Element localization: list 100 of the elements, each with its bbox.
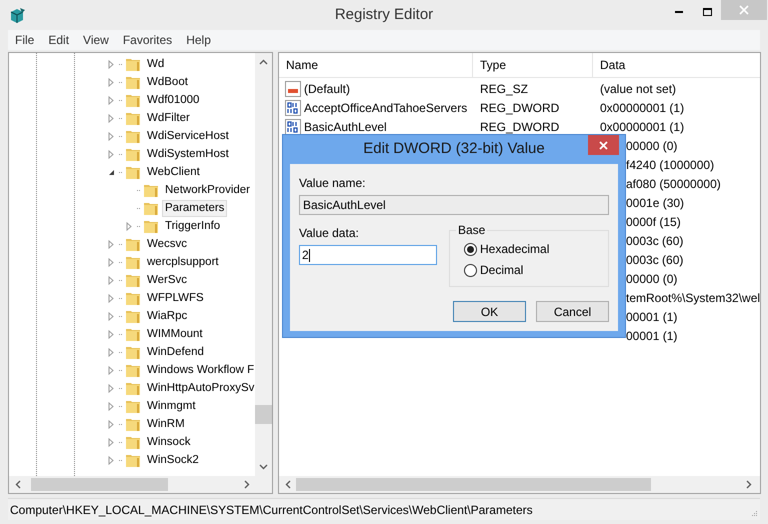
tree-item[interactable]: Wecsvc — [144, 236, 190, 252]
close-button[interactable] — [588, 135, 619, 155]
tree-item[interactable]: TriggerInfo — [162, 218, 224, 234]
field-label: Value name: — [299, 175, 366, 192]
tree-item[interactable]: WinDefend — [144, 344, 207, 360]
expand-arrow-icon[interactable] — [107, 456, 116, 464]
folder-icon — [125, 434, 141, 450]
tree-item[interactable]: WIMMount — [144, 326, 206, 342]
expand-arrow-icon[interactable] — [107, 132, 116, 140]
dialog-button[interactable]: OK — [453, 301, 526, 322]
resize-grip-icon[interactable] — [750, 510, 758, 518]
tree-item[interactable]: wercplsupport — [144, 254, 222, 270]
tree-item[interactable]: Winmgmt — [144, 398, 199, 414]
expand-arrow-icon[interactable] — [107, 78, 116, 86]
tree-item[interactable]: WdFilter — [144, 110, 193, 126]
menu-item[interactable]: File — [15, 31, 34, 49]
expand-arrow-icon[interactable] — [107, 276, 116, 284]
tree-item[interactable]: WerSvc — [144, 272, 190, 288]
table-cell-text: AcceptOfficeAndTahoeServers — [304, 100, 468, 116]
field-label: Value data: — [299, 225, 360, 242]
dialog-title: Edit DWORD (32-bit) Value — [363, 139, 545, 160]
scroll-right-icon[interactable] — [746, 480, 752, 489]
tree-item[interactable]: Winsock — [144, 434, 194, 450]
folder-icon — [125, 92, 141, 108]
scroll-right-icon[interactable] — [244, 480, 250, 489]
expand-arrow-icon[interactable] — [107, 150, 116, 158]
scroll-left-icon[interactable] — [15, 480, 21, 489]
expand-arrow-icon[interactable] — [107, 312, 116, 320]
folder-icon — [125, 308, 141, 324]
column-header[interactable]: Type — [472, 53, 592, 77]
expand-arrow-icon[interactable] — [107, 420, 116, 428]
menu-item[interactable]: Help — [186, 31, 211, 49]
tree-item[interactable]: Wdf01000 — [144, 92, 202, 108]
expand-arrow-icon[interactable] — [107, 384, 116, 392]
menu-item[interactable]: Favorites — [122, 31, 172, 49]
tree-item[interactable]: WiaRpc — [144, 308, 190, 324]
column-header[interactable]: Name — [279, 53, 472, 77]
scroll-down-icon[interactable] — [259, 464, 268, 470]
radio-option[interactable]: Decimal — [464, 262, 608, 278]
value-data-field[interactable]: 2 — [299, 245, 437, 265]
tree-item[interactable]: Parameters — [162, 200, 228, 216]
group-label: Base — [456, 223, 488, 237]
table-cell-text: 00000 (0) — [626, 138, 678, 154]
tree-item[interactable]: NetworkProvider — [162, 182, 253, 198]
tree-item[interactable]: WebClient — [144, 164, 203, 180]
table-cell-text: 00001 (1) — [626, 308, 678, 326]
menu-item[interactable]: View — [83, 31, 109, 49]
collapse-arrow-icon[interactable] — [107, 168, 116, 176]
folder-icon — [143, 182, 159, 198]
radio-option[interactable]: Hexadecimal — [464, 241, 608, 257]
folder-icon — [125, 380, 141, 396]
vertical-scrollbar[interactable] — [255, 53, 272, 476]
tree-item[interactable]: WdiServiceHost — [144, 128, 232, 144]
expand-arrow-icon[interactable] — [107, 348, 116, 356]
expand-arrow-icon[interactable] — [107, 258, 116, 266]
dialog-button[interactable]: Cancel — [536, 301, 609, 322]
table-cell-text: 0000f (15) — [626, 214, 681, 230]
expand-arrow-icon[interactable] — [125, 222, 134, 230]
horizontal-scrollbar[interactable] — [279, 476, 760, 493]
expand-arrow-icon[interactable] — [107, 96, 116, 104]
column-header[interactable]: Data — [592, 53, 760, 77]
table-cell-text: temRoot%\System32\wel — [626, 290, 760, 306]
horizontal-scrollbar[interactable] — [9, 476, 272, 493]
expand-arrow-icon[interactable] — [107, 240, 116, 248]
tree-item[interactable]: WdiSystemHost — [144, 146, 232, 162]
window-title: Registry Editor — [334, 4, 434, 25]
scroll-left-icon[interactable] — [285, 480, 291, 489]
expand-arrow-icon[interactable] — [107, 114, 116, 122]
folder-icon — [125, 416, 141, 432]
folder-icon — [125, 110, 141, 126]
tree-item[interactable]: WinHttpAutoProxySv — [144, 380, 255, 396]
tree-item[interactable]: WdBoot — [144, 74, 191, 90]
expand-arrow-icon[interactable] — [107, 60, 116, 68]
folder-icon — [125, 398, 141, 414]
tree-item[interactable]: Windows Workflow F — [144, 362, 255, 378]
folder-icon — [125, 362, 141, 378]
folder-icon — [125, 164, 141, 180]
expand-arrow-icon[interactable] — [107, 402, 116, 410]
scrollbar-thumb[interactable] — [31, 478, 168, 491]
tree-item[interactable]: WinRM — [144, 416, 188, 432]
table-cell-text: 0003c (60) — [626, 232, 684, 250]
folder-icon — [125, 452, 141, 468]
status-path: Computer\HKEY_LOCAL_MACHINE\SYSTEM\CurrentControlSet\Services\WebClient\Parameters — [10, 502, 533, 518]
scrollbar-thumb[interactable] — [296, 478, 651, 491]
expand-arrow-icon[interactable] — [107, 366, 116, 374]
expand-arrow-icon[interactable] — [107, 294, 116, 302]
binary-value-icon — [285, 118, 301, 134]
expand-arrow-icon[interactable] — [107, 438, 116, 446]
expand-arrow-icon[interactable] — [107, 330, 116, 338]
tree-item[interactable]: WinSock2 — [144, 452, 202, 468]
app-icon — [9, 6, 27, 24]
value-name-field[interactable]: BasicAuthLevel — [299, 195, 609, 215]
tree-item[interactable]: WFPLWFS — [144, 290, 207, 306]
scrollbar-thumb[interactable] — [255, 405, 272, 424]
close-icon — [599, 140, 608, 150]
menu-item[interactable]: Edit — [48, 31, 70, 49]
table-cell-text: af080 (50000000) — [626, 176, 721, 192]
table-cell-text: 00000 (0) — [626, 270, 678, 288]
scroll-up-icon[interactable] — [259, 59, 268, 65]
tree-item[interactable]: Wd — [144, 56, 168, 72]
